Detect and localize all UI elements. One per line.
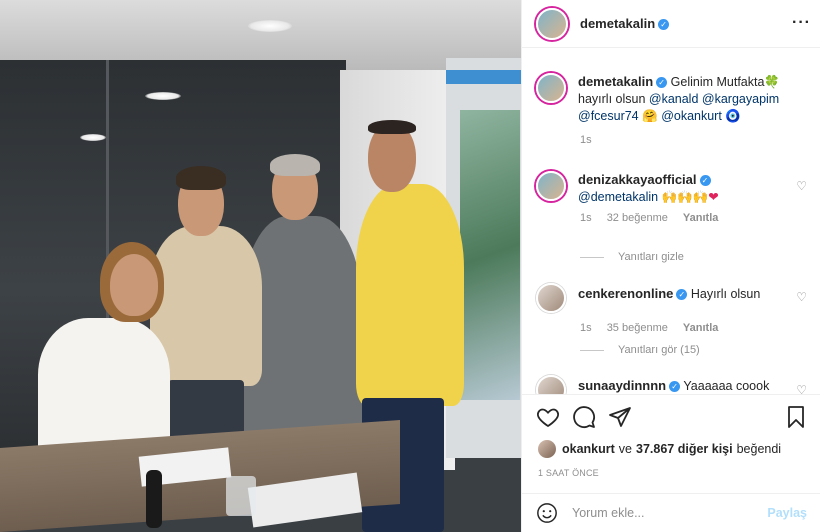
share-paper-plane-icon[interactable] bbox=[608, 405, 632, 429]
mention-link[interactable]: @kanald bbox=[649, 92, 699, 106]
comment-username[interactable]: cenkerenonline bbox=[578, 286, 673, 301]
like-comment-heart-icon[interactable]: ♡ bbox=[796, 290, 807, 304]
comment-text: Yaaaaaa coook bbox=[683, 379, 770, 393]
verified-badge-icon: ✓ bbox=[656, 77, 668, 88]
mention-link[interactable]: @okankurt bbox=[661, 109, 722, 123]
emoji-smiley-icon[interactable] bbox=[536, 502, 558, 524]
post-side-panel: demetakalin ✓ ··· demetakalin ✓ Gelinim Mu… bbox=[521, 0, 820, 532]
post-time[interactable]: 1 SAAT ÖNCE bbox=[538, 468, 599, 478]
verified-badge-icon: ✓ bbox=[699, 175, 711, 186]
photo-window-pane bbox=[460, 110, 520, 400]
red-heart-emoji-icon: ❤ bbox=[708, 190, 719, 204]
comment-avatar[interactable] bbox=[536, 283, 566, 313]
caption-text: hayırlı olsun bbox=[578, 92, 646, 106]
likes-summary: okankurt ve 37.867 diğer kişi beğendi bbox=[538, 440, 781, 458]
save-bookmark-icon[interactable] bbox=[784, 405, 808, 429]
comment: sunaaydinnnn ✓ Yaaaaaa coook bbox=[536, 375, 816, 394]
photo-blue-strip bbox=[446, 70, 521, 84]
comment-time[interactable]: 1s bbox=[580, 322, 592, 334]
like-comment-heart-icon[interactable]: ♡ bbox=[796, 179, 807, 193]
like-comment-heart-icon[interactable]: ♡ bbox=[796, 383, 807, 394]
reply-button[interactable]: Yanıtla bbox=[683, 322, 718, 334]
add-comment-bar: Paylaş bbox=[522, 493, 820, 532]
caption: demetakalin ✓ Gelinim Mutfakta🍀 hayırlı o… bbox=[536, 73, 816, 146]
photo-microphone bbox=[146, 470, 162, 528]
caption-time[interactable]: 1s bbox=[580, 134, 592, 146]
verified-badge-icon: ✓ bbox=[669, 381, 681, 392]
liker-username[interactable]: okankurt bbox=[562, 442, 615, 456]
hug-emoji-icon: 🤗 bbox=[642, 109, 658, 123]
likes-count[interactable]: 37.867 diğer kişi bbox=[636, 442, 733, 456]
verified-badge-icon: ✓ bbox=[676, 289, 688, 300]
comment-time[interactable]: 1s bbox=[580, 212, 592, 224]
photo-ceiling-light bbox=[145, 92, 181, 100]
comment-input[interactable] bbox=[572, 506, 762, 520]
nazar-emoji-icon: 🧿 bbox=[725, 109, 741, 123]
comment-username[interactable]: denizakkaya­official bbox=[578, 172, 697, 187]
more-options-icon[interactable]: ··· bbox=[792, 14, 811, 32]
comment: cenkerenonline ✓ Hayırlı olsun 1s 35 beğe… bbox=[536, 283, 816, 334]
post-comment-button[interactable]: Paylaş bbox=[767, 506, 807, 520]
mention-link[interactable]: @fcesur74 bbox=[578, 109, 639, 123]
toggle-replies[interactable]: Yanıtları gör (15) bbox=[580, 344, 700, 356]
action-bar bbox=[522, 394, 820, 434]
caption-avatar[interactable] bbox=[536, 73, 566, 103]
photo-ceiling-light bbox=[80, 134, 106, 141]
caption-text: Gelinim Mutfakta bbox=[670, 75, 765, 89]
photo-ceiling-light bbox=[248, 20, 292, 32]
comment-bubble-icon[interactable] bbox=[572, 405, 596, 429]
mention-link[interactable]: @kargayapim bbox=[702, 92, 779, 106]
mention-link[interactable]: @demetakalin bbox=[578, 190, 658, 204]
comments-list[interactable]: demetakalin ✓ Gelinim Mutfakta🍀 hayırlı o… bbox=[522, 49, 820, 394]
comment-avatar[interactable] bbox=[536, 171, 566, 201]
verified-badge-icon: ✓ bbox=[658, 18, 670, 30]
toggle-replies[interactable]: Yanıtları gizle bbox=[580, 251, 684, 263]
comment-text: Hayırlı olsun bbox=[690, 287, 761, 301]
reply-button[interactable]: Yanıtla bbox=[683, 212, 718, 224]
comment-like-count[interactable]: 35 beğenme bbox=[607, 322, 668, 334]
comment-username[interactable]: sunaaydinnnn bbox=[578, 378, 666, 393]
author-avatar[interactable] bbox=[536, 7, 568, 40]
like-heart-icon[interactable] bbox=[536, 405, 560, 429]
raised-hands-emoji-icon: 🙌🙌🙌 bbox=[661, 190, 709, 204]
comment-like-count[interactable]: 32 beğenme bbox=[607, 212, 668, 224]
liker-avatar[interactable] bbox=[538, 440, 556, 458]
post-photo[interactable] bbox=[0, 0, 521, 532]
photo-glass bbox=[226, 476, 256, 516]
comment: denizakkaya­official ✓ @demetakalin 🙌🙌🙌❤ … bbox=[536, 171, 816, 224]
post-header: demetakalin ✓ ··· bbox=[522, 0, 820, 48]
caption-username[interactable]: demetakalin bbox=[578, 74, 653, 89]
author-username[interactable]: demetakalin ✓ bbox=[580, 15, 670, 33]
clover-emoji-icon: 🍀 bbox=[764, 75, 780, 89]
comment-avatar[interactable] bbox=[536, 375, 566, 394]
